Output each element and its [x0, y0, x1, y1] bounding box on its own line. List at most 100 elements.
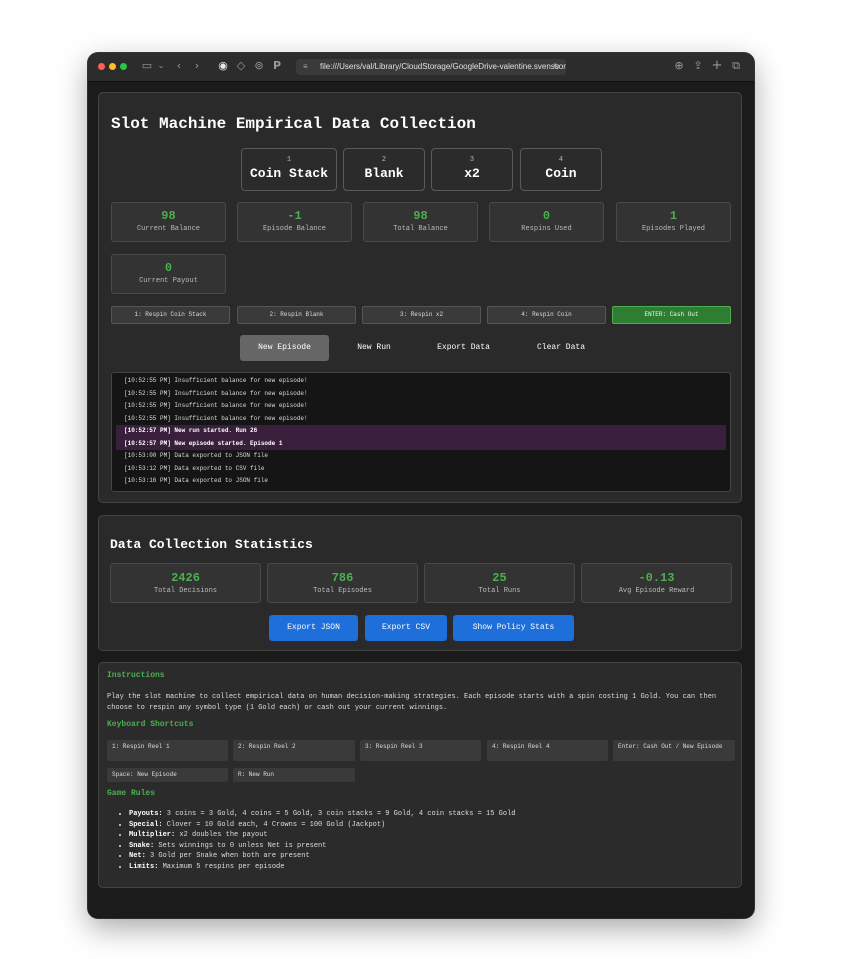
address-bar[interactable]: ≡ file:///Users/val/Library/CloudStorage…: [296, 59, 566, 75]
share-icon[interactable]: ⇪: [691, 59, 705, 73]
instructions-heading: Instructions: [107, 671, 165, 680]
back-icon[interactable]: ‹: [172, 59, 186, 73]
shortcuts-heading: Keyboard Shortcuts: [107, 720, 194, 729]
instructions-text: Play the slot machine to collect empiric…: [107, 693, 717, 712]
shortcut-item: 4: Respin Reel 4: [487, 740, 608, 761]
rule-text: 3 coins = 3 Gold, 4 coins = 5 Gold, 3 co…: [162, 810, 516, 818]
sidebar-icon[interactable]: ▭: [140, 59, 154, 73]
rule-text: Clover = 10 Gold each, 4 Crowns = 100 Go…: [162, 820, 386, 829]
minimize-window-button[interactable]: [109, 63, 116, 70]
parking-icon[interactable]: P: [270, 59, 284, 73]
rule-item: Multiplier: x2 doubles the payout: [129, 830, 515, 841]
rule-text: Maximum 5 respins per episode: [158, 862, 285, 871]
rules-heading: Game Rules: [107, 789, 156, 798]
export-json-button[interactable]: Export JSON: [269, 615, 358, 641]
stat-label: Respins Used: [521, 225, 572, 233]
reel-4: 4 Coin: [520, 148, 602, 191]
export-csv-button[interactable]: Export CSV: [365, 615, 447, 641]
stat-label: Episode Balance: [262, 225, 326, 233]
stat-value: 1: [669, 209, 678, 223]
rule-item: Net: 3 Gold per Snake when both are pres…: [129, 851, 515, 862]
respin-reel-2-button[interactable]: 2: Respin Blank: [237, 306, 356, 324]
stat-value: 786: [331, 571, 354, 585]
stat-value: 2426: [171, 571, 200, 585]
shortcut-item: Enter: Cash Out / New Episode: [613, 740, 735, 761]
rule-item: Snake: Sets winnings to 0 unless Net is …: [129, 841, 515, 852]
page-icon: ≡: [303, 62, 308, 71]
page-title: Slot Machine Empirical Data Collection: [111, 115, 476, 133]
shield-icon[interactable]: ◇: [234, 59, 248, 73]
close-window-button[interactable]: [98, 63, 105, 70]
rule-item: Payouts: 3 coins = 3 Gold, 4 coins = 5 G…: [129, 809, 515, 820]
log-entry: [10:53:00 PM] Data exported to JSON file: [124, 452, 269, 459]
rule-label: Multiplier:: [129, 831, 176, 839]
log-entry: [10:52:55 PM] Insufficient balance for n…: [124, 414, 308, 422]
show-policy-stats-button[interactable]: Show Policy Stats: [453, 615, 574, 641]
new-episode-button[interactable]: New Episode: [240, 335, 329, 361]
page-content: Slot Machine Empirical Data Collection 1…: [88, 82, 754, 918]
respin-reel-4-button[interactable]: 4: Respin Coin: [487, 306, 606, 324]
chevron-down-icon[interactable]: ⌄: [154, 59, 168, 73]
url-text: file:///Users/val/Library/CloudStorage/G…: [320, 62, 566, 71]
shortcut-item: 1: Respin Reel 1: [107, 740, 228, 761]
reel-index: 4: [558, 156, 564, 164]
rule-text: Sets winnings to 0 unless Net is present: [154, 841, 327, 850]
stat-value: 98: [161, 209, 176, 223]
stat-label: Avg Episode Reward: [618, 587, 695, 595]
reel-index: 1: [286, 156, 292, 164]
forward-icon[interactable]: ›: [190, 59, 204, 73]
log-entry: [10:53:16 PM] Data exported to JSON file: [124, 477, 269, 484]
stat-label: Current Payout: [139, 277, 198, 285]
log-entry: [10:53:12 PM] Data exported to CSV file: [124, 464, 265, 472]
clear-data-button[interactable]: Clear Data: [519, 335, 603, 361]
stat-value: 0: [164, 261, 173, 275]
reel-index: 2: [381, 156, 387, 164]
reload-icon[interactable]: ↻: [553, 59, 560, 75]
stat-avg-episode-reward: -0.13 Avg Episode Reward: [581, 563, 732, 603]
download-icon[interactable]: ⊕: [672, 59, 686, 73]
game-panel: Slot Machine Empirical Data Collection 1…: [98, 92, 742, 503]
stat-label: Total Episodes: [313, 587, 372, 595]
tabs-overview-icon[interactable]: ⧉: [729, 59, 743, 73]
stat-value: 25: [492, 571, 507, 585]
reel-symbol: Coin: [545, 166, 577, 181]
stat-label: Total Decisions: [153, 587, 217, 595]
shortcut-item: 2: Respin Reel 2: [233, 740, 355, 761]
rule-item: Limits: Maximum 5 respins per episode: [129, 862, 515, 873]
reel-3: 3 x2: [431, 148, 513, 191]
shortcut-item: 3: Respin Reel 3: [360, 740, 481, 761]
reel-symbol: Coin Stack: [249, 166, 328, 181]
shortcut-item: R: New Run: [233, 768, 355, 782]
cash-out-button[interactable]: ENTER: Cash Out: [612, 306, 731, 324]
event-log[interactable]: [10:52:55 PM] Insufficient balance for n…: [111, 372, 731, 492]
stat-episode-balance: -1 Episode Balance: [237, 202, 352, 242]
rule-text: 3 Gold per Snake when both are present: [145, 852, 310, 860]
rule-label: Net:: [129, 852, 146, 860]
stat-value: 0: [542, 209, 551, 223]
new-tab-icon[interactable]: +: [710, 59, 724, 73]
new-run-button[interactable]: New Run: [340, 335, 408, 361]
log-entry: [10:52:55 PM] Insufficient balance for n…: [124, 402, 308, 409]
stat-total-balance: 98 Total Balance: [363, 202, 478, 242]
respin-reel-1-button[interactable]: 1: Respin Coin Stack: [111, 306, 230, 324]
reel-symbol: x2: [464, 166, 480, 181]
reel-index: 3: [469, 156, 475, 164]
stat-total-runs: 25 Total Runs: [424, 563, 575, 603]
stat-respins-used: 0 Respins Used: [489, 202, 604, 242]
zoom-window-button[interactable]: [120, 63, 127, 70]
respin-reel-3-button[interactable]: 3: Respin x2: [362, 306, 481, 324]
stat-current-payout: 0 Current Payout: [111, 254, 226, 294]
stat-label: Episodes Played: [641, 225, 705, 233]
stat-current-balance: 98 Current Balance: [111, 202, 226, 242]
privacy-icon[interactable]: ⊚: [252, 59, 266, 73]
rule-label: Snake:: [129, 841, 155, 850]
stat-total-episodes: 786 Total Episodes: [267, 563, 418, 603]
extension-icon[interactable]: ◉: [216, 59, 230, 73]
stat-label: Total Runs: [478, 587, 521, 595]
reel-symbol: Blank: [364, 166, 404, 181]
rule-label: Limits:: [129, 862, 159, 871]
stat-value: -0.13: [638, 571, 675, 585]
stat-value: 98: [413, 209, 428, 223]
export-data-button[interactable]: Export Data: [419, 335, 508, 361]
reel-1: 1 Coin Stack: [241, 148, 337, 191]
